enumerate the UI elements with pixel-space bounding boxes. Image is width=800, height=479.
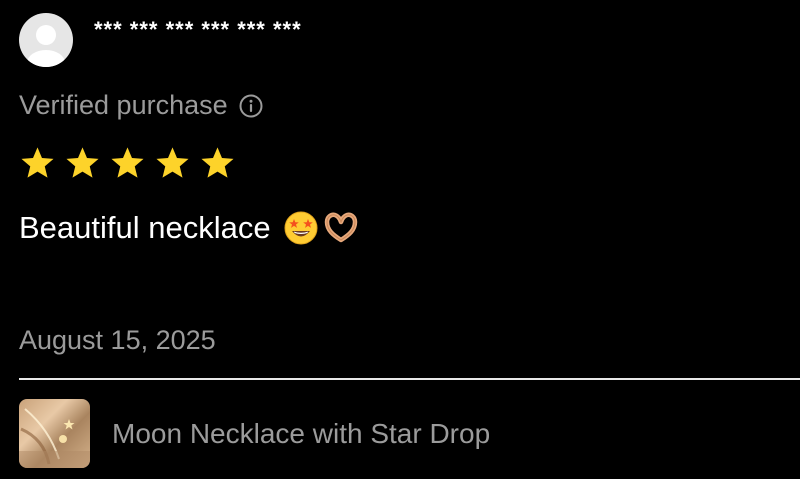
heart-hands-emoji [323, 210, 359, 246]
review-body: Beautiful necklace [19, 210, 359, 246]
reviewer-username: *** *** *** *** *** *** [94, 17, 302, 42]
reviewer-header: *** *** *** *** *** *** [19, 13, 301, 67]
star-struck-emoji [283, 210, 319, 246]
verified-purchase: Verified purchase [19, 90, 264, 121]
star-icon [201, 147, 234, 178]
avatar[interactable] [19, 13, 73, 67]
star-icon [21, 147, 54, 178]
star-icon [156, 147, 189, 178]
product-thumbnail[interactable] [19, 399, 90, 468]
review-card: *** *** *** *** *** *** Verified purchas… [0, 0, 800, 479]
star-icon [66, 147, 99, 178]
product-name[interactable]: Moon Necklace with Star Drop [112, 418, 490, 450]
star-rating [19, 145, 244, 182]
star-icon [111, 147, 144, 178]
divider [19, 378, 800, 380]
review-date: August 15, 2025 [19, 325, 216, 355]
default-avatar-icon [27, 25, 65, 67]
info-circle-icon[interactable] [238, 93, 264, 119]
verified-purchase-label: Verified purchase [19, 90, 228, 120]
product-link[interactable]: Moon Necklace with Star Drop [19, 399, 490, 468]
review-text: Beautiful necklace [19, 210, 271, 245]
